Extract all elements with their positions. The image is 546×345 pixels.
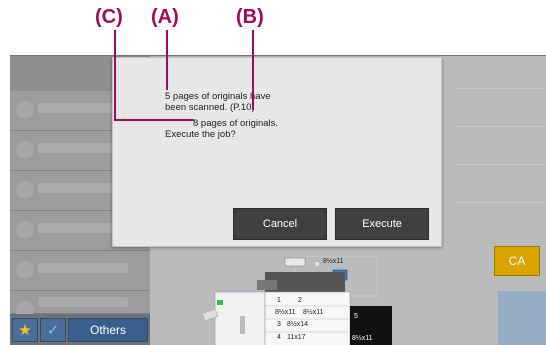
function-icon <box>16 101 34 119</box>
pointer-line-c <box>114 30 116 120</box>
function-label-ghost <box>38 263 128 273</box>
finisher-slot <box>240 316 245 334</box>
tray-1-number: 1 <box>277 297 281 304</box>
function-icon <box>16 221 34 239</box>
cancel-button[interactable]: Cancel <box>233 208 327 240</box>
stage: (C) (A) (B) ★ ✓ Others CA 8½x11 1 2 8½x1… <box>0 0 546 345</box>
status-led <box>217 300 223 305</box>
others-button[interactable]: Others <box>68 318 148 342</box>
function-item-5[interactable] <box>10 251 150 291</box>
tray-2-number: 2 <box>298 297 302 304</box>
function-icon <box>16 141 34 159</box>
tray-4-size: 11x17 <box>287 334 306 341</box>
tray-5-number: 5 <box>354 313 358 320</box>
confirmation-dialog: 5 pages of originals have been scanned. … <box>112 57 442 247</box>
machine-diagram: 8½x11 1 2 8½x11 8½x11 3 8½x14 4 11x17 5 … <box>201 256 392 345</box>
pointer-line-a <box>166 30 168 90</box>
start-button[interactable] <box>498 291 546 345</box>
favorite-button[interactable]: ★ <box>12 318 38 342</box>
star-icon: ★ <box>18 322 32 339</box>
tray-3-number: 3 <box>277 321 281 328</box>
bottom-bar: ★ ✓ Others <box>10 314 150 345</box>
indicator-icon <box>313 260 321 268</box>
divider <box>456 88 546 89</box>
callout-c: (C) <box>95 6 123 28</box>
dialog-message-line-1: 5 pages of originals have <box>165 91 271 102</box>
function-icon <box>16 261 34 279</box>
tray-4-number: 4 <box>277 334 281 341</box>
divider <box>456 202 546 203</box>
paper-sheet <box>284 257 306 267</box>
check-button[interactable]: ✓ <box>40 318 66 342</box>
tray-3-size: 8½x14 <box>287 320 308 328</box>
divider <box>456 126 546 127</box>
dialog-message-line-2: been scanned. (P.10) <box>165 102 255 113</box>
checkmark-icon: ✓ <box>46 322 60 339</box>
function-icon <box>16 181 34 199</box>
tray-5-size: 8½x11 <box>352 334 373 342</box>
function-item-6[interactable] <box>10 291 150 319</box>
top-paper-size: 8½x11 <box>323 257 344 265</box>
tray-2-size: 8½x11 <box>303 308 324 316</box>
dialog-message-line-4: Execute the job? <box>165 129 236 140</box>
divider <box>456 164 546 165</box>
function-label-ghost <box>38 297 128 307</box>
ca-button[interactable]: CA <box>494 246 540 276</box>
tray-1-size: 8½x11 <box>275 308 296 316</box>
callout-b: (B) <box>236 6 264 28</box>
pointer-line-b <box>252 30 254 110</box>
pointer-line-c <box>114 119 194 121</box>
callout-a: (A) <box>151 6 179 28</box>
dialog-message-line-3: 8 pages of originals. <box>193 118 279 129</box>
execute-button[interactable]: Execute <box>335 208 429 240</box>
document-feeder <box>257 280 277 290</box>
